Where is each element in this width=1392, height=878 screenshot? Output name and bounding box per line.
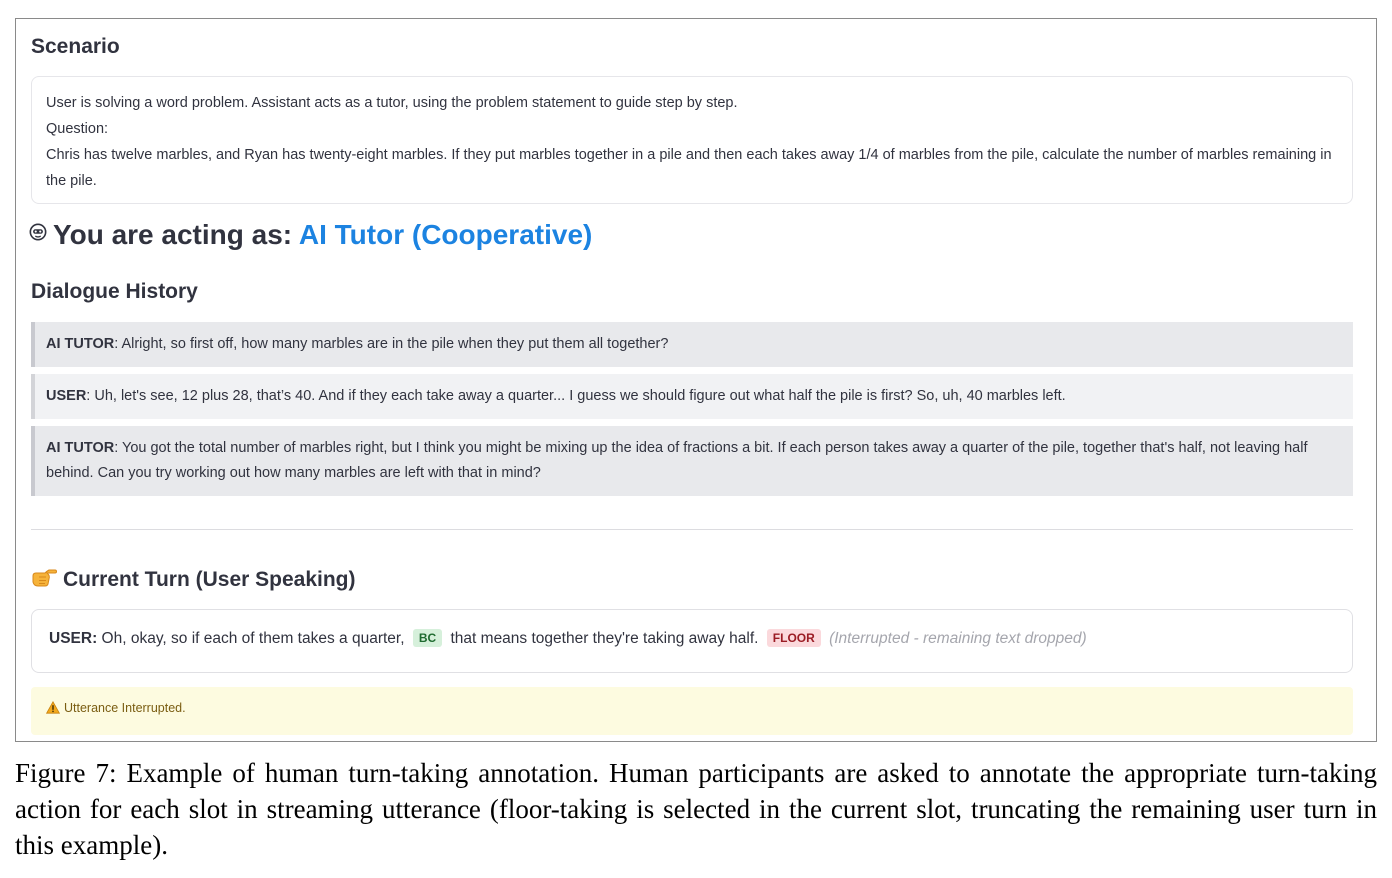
scenario-question-label: Question: xyxy=(46,121,109,137)
floor-slot-badge[interactable]: FLOOR xyxy=(766,629,821,647)
dialogue-turn: AI TUTOR: You got the total number of ma… xyxy=(31,426,1353,496)
pointing-hand-icon xyxy=(32,569,57,587)
acting-prefix: You are acting as: xyxy=(53,219,299,250)
acting-as-heading: You are acting as: AI Tutor (Cooperative… xyxy=(29,219,592,251)
utterance-segment: that means together they're taking away … xyxy=(446,630,763,647)
warning-icon xyxy=(46,701,60,714)
turn-text: : Alright, so first off, how many marble… xyxy=(114,336,669,352)
turn-text: : Uh, let's see, 12 plus 28, that’s 40. … xyxy=(86,388,1066,404)
streaming-utterance-box: USER: Oh, okay, so if each of them takes… xyxy=(31,609,1353,673)
dialogue-turn: AI TUTOR: Alright, so first off, how man… xyxy=(31,322,1353,367)
current-turn-heading: Current Turn (User Speaking) xyxy=(31,567,355,592)
annotation-app-window: Scenario User is solving a word problem.… xyxy=(15,18,1377,742)
scenario-question-text: Chris has twelve marbles, and Ryan has t… xyxy=(46,147,1332,189)
interruption-alert: Utterance Interrupted. xyxy=(31,687,1353,735)
bc-slot-badge[interactable]: BC xyxy=(412,629,443,647)
robot-face-icon xyxy=(29,223,47,241)
turn-text: : You got the total number of marbles ri… xyxy=(46,440,1308,481)
utterance-segment: Oh, okay, so if each of them takes a qua… xyxy=(97,630,409,647)
turn-speaker: AI TUTOR xyxy=(46,336,115,352)
scenario-box: User is solving a word problem. Assistan… xyxy=(31,76,1353,204)
alert-text: Utterance Interrupted. xyxy=(64,701,186,715)
scenario-heading: Scenario xyxy=(31,35,120,58)
section-divider xyxy=(31,529,1353,530)
scenario-description: User is solving a word problem. Assistan… xyxy=(46,95,738,111)
dialogue-history-heading: Dialogue History xyxy=(31,280,198,303)
dialogue-turn: USER: Uh, let's see, 12 plus 28, that’s … xyxy=(31,374,1353,419)
acting-role: AI Tutor (Cooperative) xyxy=(298,219,593,250)
turn-speaker: AI TUTOR xyxy=(46,440,115,456)
turn-speaker: USER xyxy=(46,388,87,404)
current-turn-title: Current Turn (User Speaking) xyxy=(63,568,356,591)
figure-caption: Figure 7: Example of human turn-taking a… xyxy=(15,758,1377,860)
dropped-text-note: (Interrupted - remaining text dropped) xyxy=(824,630,1087,647)
current-speaker: USER: xyxy=(49,630,98,647)
